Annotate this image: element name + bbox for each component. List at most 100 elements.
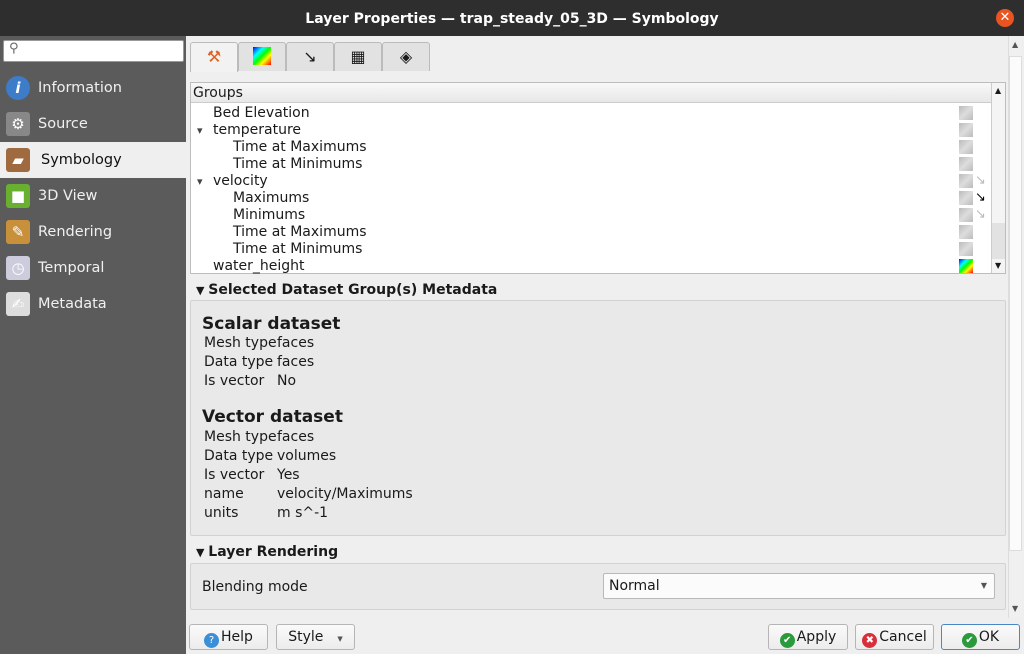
cancel-button[interactable]: ✖ Cancel bbox=[855, 624, 934, 650]
tree-item[interactable]: Time at Maximums bbox=[191, 224, 991, 241]
tree-item[interactable]: Maximums ↘ bbox=[191, 190, 991, 207]
rendering-section-header[interactable]: ▼ Layer Rendering bbox=[196, 544, 338, 560]
scalar-toggle-icon[interactable] bbox=[959, 140, 973, 154]
sidebar-item-label: Temporal bbox=[38, 260, 105, 276]
main-scrollbar[interactable]: ▲ ▼ bbox=[1008, 36, 1022, 618]
rendering-title: Layer Rendering bbox=[208, 544, 339, 560]
field-key: units bbox=[204, 505, 239, 521]
metadata-title: Selected Dataset Group(s) Metadata bbox=[208, 282, 498, 298]
blending-mode-select[interactable]: Normal ▼ bbox=[603, 573, 995, 599]
scroll-up-icon[interactable]: ▲ bbox=[1012, 40, 1018, 49]
help-icon: ? bbox=[204, 633, 220, 648]
expand-arrow-icon[interactable]: ▾ bbox=[197, 122, 203, 139]
tree-item-label: Bed Elevation bbox=[213, 105, 310, 121]
source-icon: ⚙ bbox=[6, 112, 30, 136]
search-icon: ⚲ bbox=[9, 41, 19, 56]
tree-item-label: Time at Minimums bbox=[233, 156, 363, 172]
close-icon[interactable]: ✕ bbox=[996, 9, 1014, 27]
style-button[interactable]: Style ▼ bbox=[276, 624, 355, 650]
tab-color-ramp[interactable] bbox=[238, 42, 286, 71]
metadata-field: Data type faces bbox=[204, 354, 314, 370]
tree-item-label: Time at Maximums bbox=[233, 224, 367, 240]
blending-value: Normal bbox=[609, 578, 660, 594]
tree-item[interactable]: ▾ temperature bbox=[191, 122, 991, 139]
scalar-toggle-icon[interactable] bbox=[959, 208, 973, 222]
tree-item[interactable]: water_height bbox=[191, 258, 991, 275]
color-ramp-icon bbox=[253, 47, 271, 65]
tab-tools[interactable]: ⚒ bbox=[190, 42, 238, 72]
scalar-toggle-icon[interactable] bbox=[959, 191, 973, 205]
scroll-down-icon[interactable]: ▼ bbox=[1012, 604, 1018, 613]
scalar-title: Scalar dataset bbox=[202, 314, 341, 334]
scalar-toggle-icon[interactable] bbox=[959, 259, 973, 273]
sidebar-item-label: 3D View bbox=[38, 188, 98, 204]
apply-button[interactable]: ✔ Apply bbox=[768, 624, 848, 650]
field-value: faces bbox=[277, 354, 315, 370]
scroll-thumb[interactable] bbox=[992, 223, 1005, 259]
scalar-toggle-icon[interactable] bbox=[959, 242, 973, 256]
metadata-section-header[interactable]: ▼ Selected Dataset Group(s) Metadata bbox=[196, 282, 497, 298]
scalar-toggle-icon[interactable] bbox=[959, 123, 973, 137]
scroll-up-icon[interactable]: ▲ bbox=[995, 86, 1001, 95]
metadata-field: Data type volumes bbox=[204, 448, 336, 464]
tree-item[interactable]: Bed Elevation bbox=[191, 105, 991, 122]
sidebar-item-information[interactable]: i Information bbox=[0, 70, 186, 106]
tab-vector-arrow[interactable]: ↘ bbox=[286, 42, 334, 71]
vector-title: Vector dataset bbox=[202, 407, 343, 427]
window-title: Layer Properties — trap_steady_05_3D — S… bbox=[305, 11, 719, 27]
tree-scrollbar[interactable]: ▲ ▼ bbox=[991, 83, 1005, 273]
metadata-field: name velocity/Maximums bbox=[204, 486, 413, 502]
tree-item-label: Maximums bbox=[233, 190, 310, 206]
vector-arrow-icon: ↘ bbox=[303, 47, 317, 66]
clock-icon: ◷ bbox=[6, 256, 30, 280]
cancel-icon: ✖ bbox=[862, 633, 878, 648]
scroll-down-icon[interactable]: ▼ bbox=[995, 261, 1001, 270]
groups-tree[interactable]: Groups ▲ ▼ Bed Elevation ▾ temperature Time… bbox=[190, 82, 1006, 274]
tree-item-label: Minimums bbox=[233, 207, 306, 223]
sidebar-item-metadata[interactable]: ✍ Metadata bbox=[0, 286, 186, 322]
sidebar-item-symbology[interactable]: ▰ Symbology bbox=[0, 142, 186, 178]
scalar-toggle-icon[interactable] bbox=[959, 157, 973, 171]
tab-stack[interactable]: ◈ bbox=[382, 42, 430, 71]
scalar-toggle-icon[interactable] bbox=[959, 225, 973, 239]
scalar-toggle-icon[interactable] bbox=[959, 174, 973, 188]
metadata-field: Mesh type faces bbox=[204, 335, 314, 351]
vector-toggle-icon[interactable]: ↘ bbox=[975, 189, 986, 206]
field-value: m s^-1 bbox=[277, 505, 329, 521]
tree-item[interactable]: Minimums ↘ bbox=[191, 207, 991, 224]
field-value: faces bbox=[277, 429, 315, 445]
sidebar-item-label: Rendering bbox=[38, 224, 113, 240]
tools-icon: ⚒ bbox=[206, 47, 222, 66]
tree-item-label: temperature bbox=[213, 122, 301, 138]
chevron-down-icon: ▼ bbox=[980, 581, 987, 590]
metadata-panel: Scalar dataset Vector dataset Mesh type f… bbox=[190, 300, 1006, 536]
help-button[interactable]: ? Help bbox=[189, 624, 268, 650]
sidebar-item-3d-view[interactable]: ■ 3D View bbox=[0, 178, 186, 214]
apply-label: Apply bbox=[796, 629, 837, 645]
tree-item[interactable]: Time at Maximums bbox=[191, 139, 991, 156]
ok-button[interactable]: ✔ OK bbox=[941, 624, 1020, 650]
field-key: Data type bbox=[204, 448, 274, 464]
blending-label: Blending mode bbox=[202, 579, 308, 595]
check-icon: ✔ bbox=[961, 633, 977, 648]
tree-item[interactable]: ▾ velocity ↘ bbox=[191, 173, 991, 190]
sidebar-item-source[interactable]: ⚙ Source bbox=[0, 106, 186, 142]
field-key: name bbox=[204, 486, 244, 502]
expand-arrow-icon[interactable]: ▾ bbox=[197, 173, 203, 190]
vector-toggle-icon[interactable]: ↘ bbox=[975, 206, 986, 223]
field-key: Is vector bbox=[204, 467, 265, 483]
scalar-toggle-icon[interactable] bbox=[959, 106, 973, 120]
field-value: faces bbox=[277, 335, 315, 351]
tab-mesh-grid[interactable]: ▦ bbox=[334, 42, 382, 71]
search-input[interactable]: ⚲ bbox=[3, 40, 184, 62]
vector-toggle-icon[interactable]: ↘ bbox=[975, 172, 986, 189]
ok-label: OK bbox=[978, 629, 1000, 645]
metadata-field: Is vector Yes bbox=[204, 467, 300, 483]
chevron-down-icon: ▼ bbox=[337, 635, 343, 643]
sidebar-item-rendering[interactable]: ✎ Rendering bbox=[0, 214, 186, 250]
sidebar-item-temporal[interactable]: ◷ Temporal bbox=[0, 250, 186, 286]
tree-item[interactable]: Time at Minimums bbox=[191, 156, 991, 173]
symbology-icon: ▰ bbox=[6, 148, 30, 172]
tree-item[interactable]: Time at Minimums bbox=[191, 241, 991, 258]
scroll-thumb[interactable] bbox=[1009, 56, 1022, 551]
